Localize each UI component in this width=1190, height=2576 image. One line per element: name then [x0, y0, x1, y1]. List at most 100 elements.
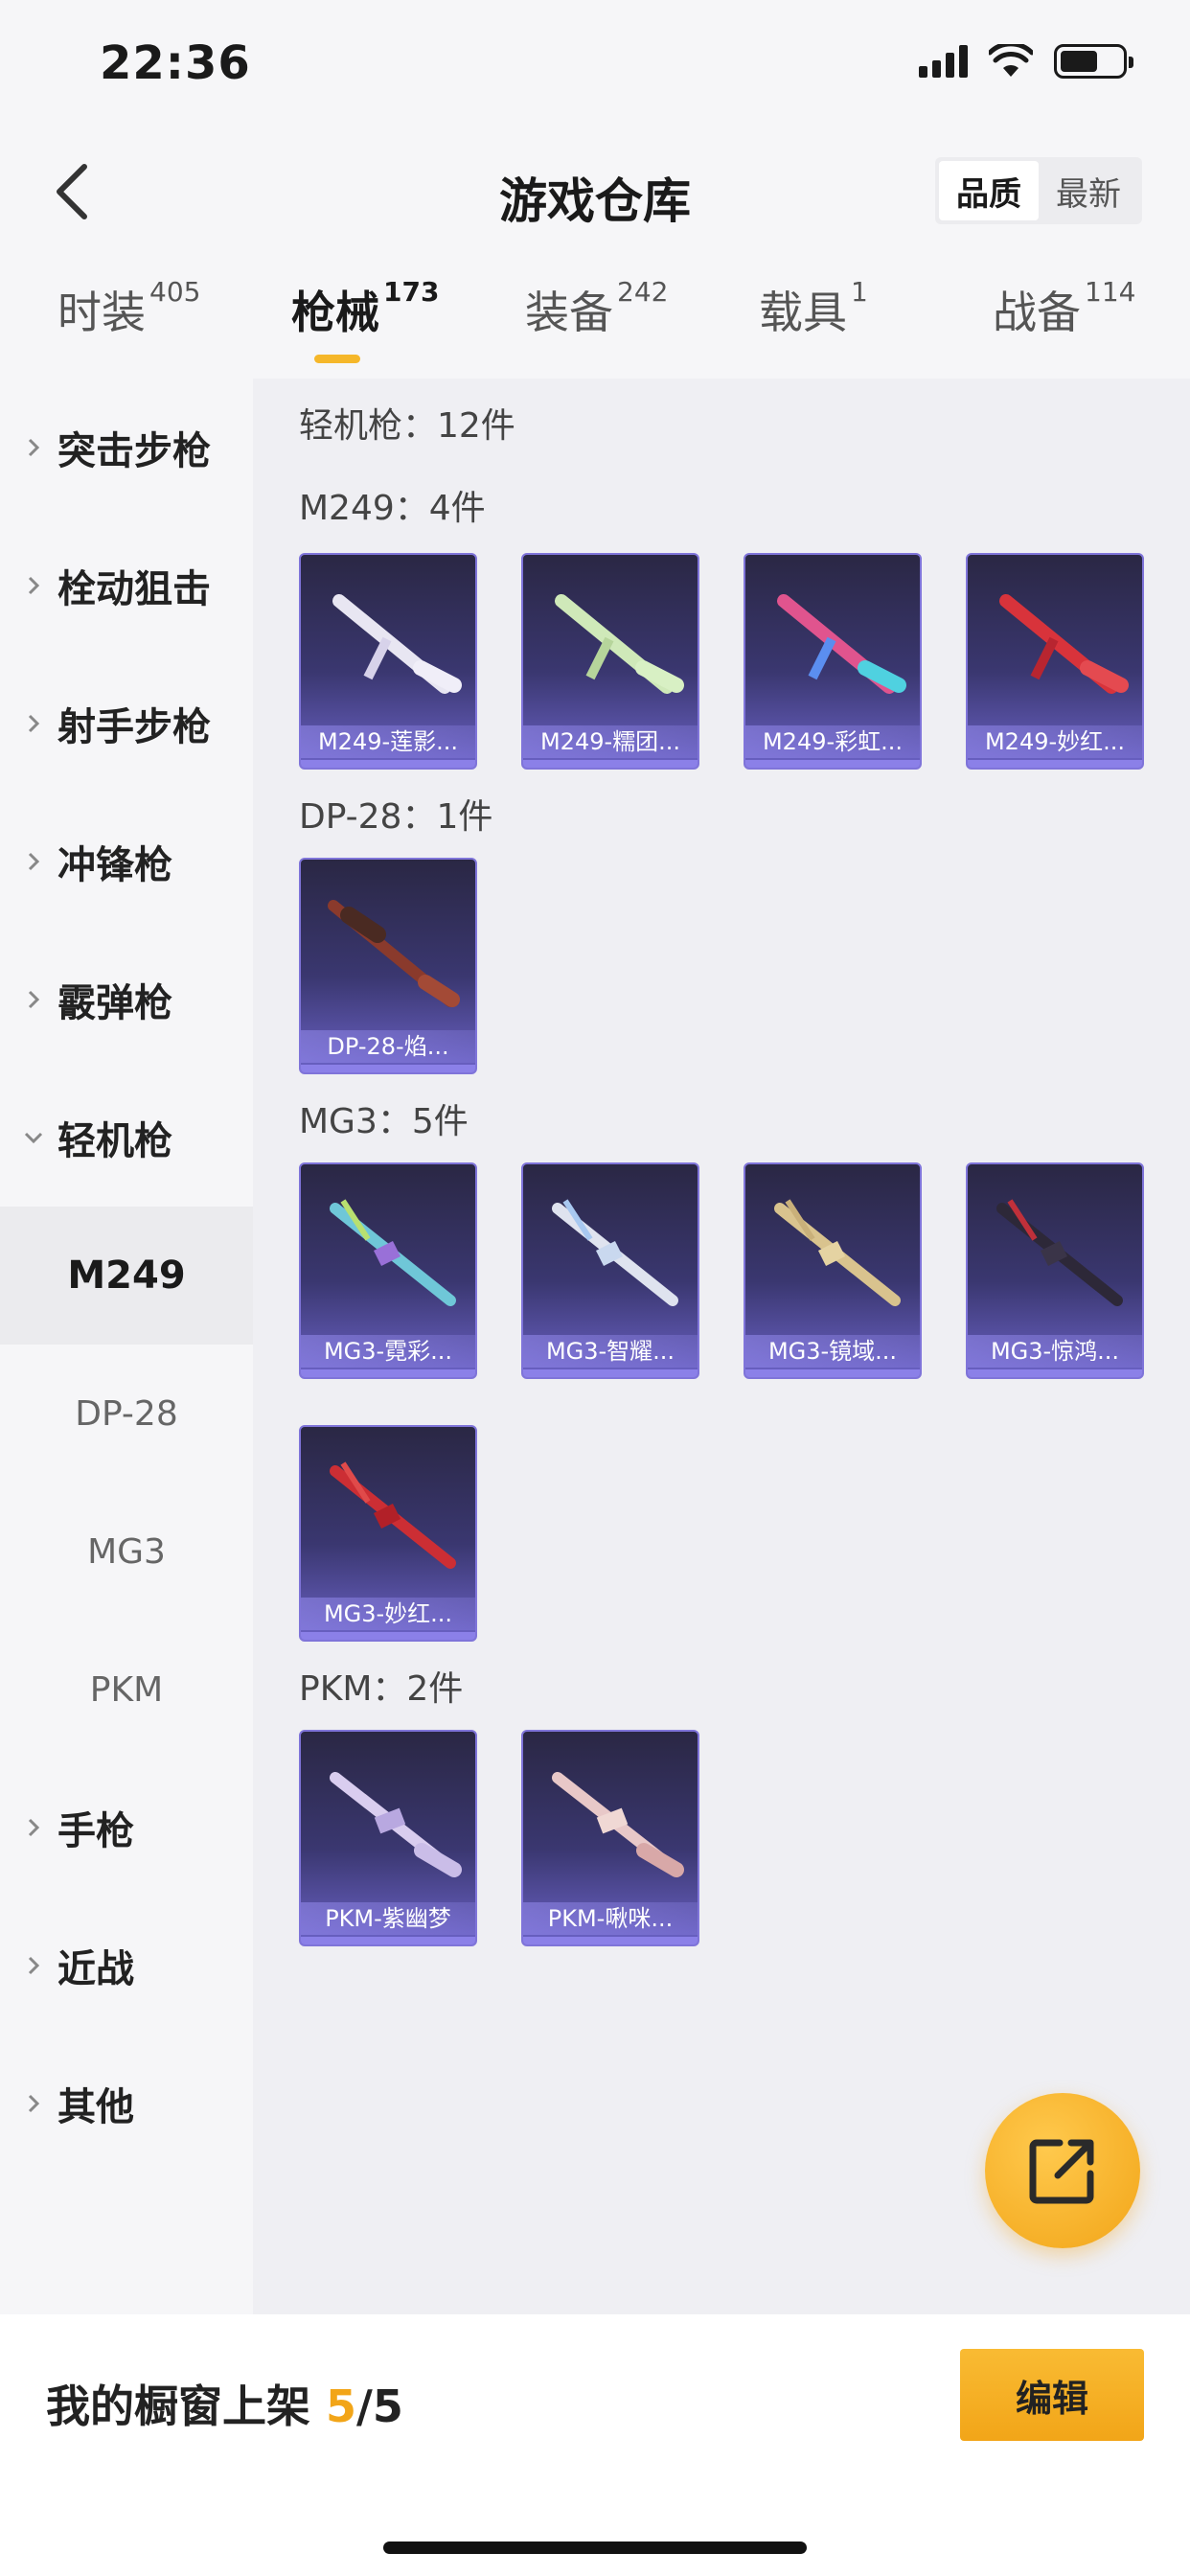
m249-skin-icon — [999, 594, 1129, 694]
chevron-right-icon — [28, 576, 40, 595]
item-card[interactable]: PKM-啾咪... — [521, 1730, 699, 1946]
item-card[interactable]: M249-莲影... — [299, 553, 477, 770]
item-name: MG3-霓彩... — [301, 1335, 475, 1368]
showcase-total: /5 — [356, 2380, 403, 2432]
sidebar-sub-dp28[interactable]: DP-28 — [0, 1345, 253, 1483]
item-name: M249-莲影... — [301, 725, 475, 758]
mg3-skin-icon — [330, 1199, 456, 1306]
group-title-dp28: DP-28：1件 — [299, 797, 493, 837]
item-card[interactable]: MG3-惊鸿... — [966, 1162, 1144, 1379]
tab-guns[interactable]: 枪械 173 — [291, 276, 439, 341]
sort-toggle: 品质 最新 — [935, 157, 1142, 224]
chevron-right-icon — [28, 438, 40, 457]
item-card[interactable]: MG3-妙红... — [299, 1425, 477, 1642]
group-title-m249: M249：4件 — [299, 489, 486, 528]
item-name: M249-妙红... — [968, 725, 1142, 758]
sidebar-item-shotgun[interactable]: 霰弹枪 — [0, 931, 253, 1069]
chevron-right-icon — [28, 714, 40, 733]
sidebar-item-smg[interactable]: 冲锋枪 — [0, 793, 253, 931]
sidebar: 突击步枪 栓动狙击 射手步枪 冲锋枪 霰弹枪 轻机枪 M249 DP-28 MG… — [0, 379, 253, 2314]
rarity-strip — [523, 1369, 698, 1377]
item-card[interactable]: MG3-霓彩... — [299, 1162, 477, 1379]
sidebar-sub-pkm[interactable]: PKM — [0, 1621, 253, 1759]
rarity-strip — [745, 760, 920, 768]
chevron-right-icon — [28, 1956, 40, 1975]
chevron-right-icon — [28, 990, 40, 1009]
item-name: M249-彩虹... — [745, 725, 920, 758]
showcase-current-count: 5 — [326, 2380, 357, 2432]
showcase-status: 我的橱窗上架 5/5 — [46, 2372, 403, 2435]
sidebar-item-label: 近战 — [57, 1947, 134, 1991]
rarity-strip — [523, 760, 698, 768]
sort-newest-button[interactable]: 最新 — [1039, 161, 1138, 220]
sidebar-item-other[interactable]: 其他 — [0, 2035, 253, 2173]
pkm-skin-icon — [552, 1772, 684, 1877]
rarity-strip — [745, 1369, 920, 1377]
sidebar-item-pistol[interactable]: 手枪 — [0, 1759, 253, 1897]
m249-skin-icon — [777, 594, 906, 694]
sidebar-item-marksman-rifle[interactable]: 射手步枪 — [0, 655, 253, 793]
item-card[interactable]: DP-28-焰... — [299, 858, 477, 1074]
sidebar-item-label: 栓动狙击 — [57, 567, 211, 611]
rarity-strip — [301, 760, 475, 768]
tab-fashion[interactable]: 时装 405 — [57, 276, 200, 341]
status-time: 22:36 — [100, 36, 251, 90]
mg3-skin-icon — [996, 1199, 1123, 1306]
group-title-mg3: MG3：5件 — [299, 1102, 469, 1141]
header: 游戏仓库 品质 最新 — [0, 134, 1190, 249]
sidebar-item-label: 其他 — [57, 2085, 134, 2129]
item-card[interactable]: M249-妙红... — [966, 553, 1144, 770]
sidebar-item-assault-rifle[interactable]: 突击步枪 — [0, 379, 253, 517]
sidebar-sub-m249[interactable]: M249 — [0, 1207, 253, 1345]
sidebar-item-melee[interactable]: 近战 — [0, 1897, 253, 2035]
tab-equipment[interactable]: 装备 242 — [525, 276, 668, 341]
tab-supplies[interactable]: 战备 114 — [993, 276, 1135, 341]
sidebar-item-label: 轻机枪 — [57, 1119, 172, 1163]
wifi-icon — [989, 44, 1033, 77]
item-name: MG3-镜域... — [745, 1335, 920, 1368]
sidebar-item-bolt-sniper[interactable]: 栓动狙击 — [0, 517, 253, 655]
sidebar-item-label: 手枪 — [57, 1809, 134, 1853]
chevron-down-icon — [24, 1132, 43, 1144]
sort-quality-button[interactable]: 品质 — [939, 161, 1039, 220]
chevron-right-icon — [28, 1818, 40, 1837]
item-card[interactable]: MG3-镜域... — [744, 1162, 922, 1379]
chevron-right-icon — [28, 2094, 40, 2113]
item-name: MG3-妙红... — [301, 1598, 475, 1630]
status-bar: 22:36 — [0, 0, 1190, 134]
rarity-strip — [301, 1937, 475, 1944]
group-title-pkm: PKM：2件 — [299, 1669, 464, 1709]
home-indicator — [383, 2542, 807, 2554]
sidebar-item-label: 突击步枪 — [57, 429, 211, 473]
item-card[interactable]: M249-糯团... — [521, 553, 699, 770]
item-card[interactable]: PKM-紫幽梦 — [299, 1730, 477, 1946]
item-card[interactable]: MG3-智耀... — [521, 1162, 699, 1379]
item-name: PKM-紫幽梦 — [301, 1902, 475, 1935]
share-button[interactable] — [985, 2093, 1140, 2248]
category-tabs: 时装 405 枪械 173 装备 242 载具 1 战备 114 — [0, 276, 1190, 379]
rarity-strip — [301, 1369, 475, 1377]
rarity-strip — [301, 1632, 475, 1640]
edit-button[interactable]: 编辑 — [960, 2349, 1144, 2441]
rarity-strip — [968, 1369, 1142, 1377]
lmg-summary: 轻机枪：12件 — [299, 406, 515, 446]
showcase-label: 我的橱窗上架 — [46, 2380, 327, 2432]
active-tab-indicator — [314, 355, 360, 363]
rarity-strip — [968, 760, 1142, 768]
rarity-strip — [523, 1937, 698, 1944]
item-name: MG3-智耀... — [523, 1335, 698, 1368]
sidebar-sub-mg3[interactable]: MG3 — [0, 1483, 253, 1621]
sidebar-item-lmg[interactable]: 轻机枪 — [0, 1069, 253, 1207]
item-card[interactable]: M249-彩虹... — [744, 553, 922, 770]
bottom-bar: 我的橱窗上架 5/5 编辑 — [0, 2314, 1190, 2576]
signal-icon — [919, 45, 968, 78]
item-name: DP-28-焰... — [301, 1030, 475, 1063]
tab-vehicles[interactable]: 载具 1 — [759, 276, 868, 341]
sidebar-item-label: 射手步枪 — [57, 705, 211, 749]
status-icons — [919, 44, 1133, 79]
mg3-skin-icon — [330, 1461, 456, 1569]
chevron-right-icon — [28, 852, 40, 871]
weapon-grid: 轻机枪：12件 M249：4件 M249-莲影... M249-糯团... M2… — [253, 379, 1190, 2314]
pkm-skin-icon — [330, 1772, 462, 1877]
item-name: MG3-惊鸿... — [968, 1335, 1142, 1368]
